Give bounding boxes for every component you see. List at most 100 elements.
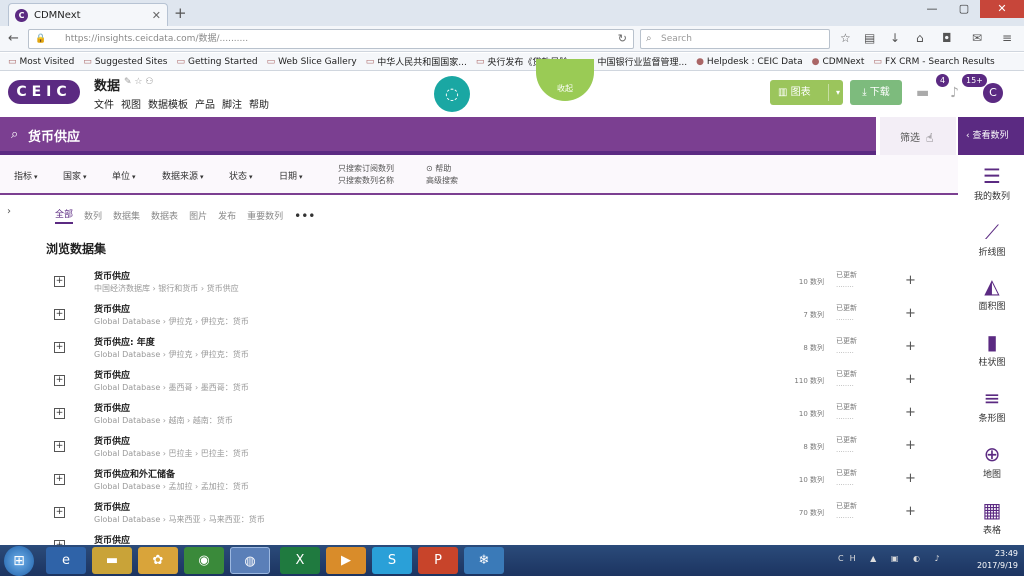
sidebar-item-my-series[interactable]: ☰ 我的数列 [960, 165, 1024, 202]
filter-status-dropdown[interactable]: 状态 ▾ [229, 169, 253, 182]
reload-icon[interactable]: ↻ [618, 30, 627, 48]
media-taskbar-icon[interactable]: ▶ [326, 547, 366, 574]
chevron-down-icon[interactable]: ▾ [836, 80, 840, 105]
expand-plus-icon[interactable]: + [54, 408, 65, 419]
expand-plus-icon[interactable]: + [54, 342, 65, 353]
ie-taskbar-icon[interactable]: e [46, 547, 86, 574]
list-item[interactable]: + 货币供应 Global Database › 墨西哥 › 墨西哥：货币 11… [0, 367, 958, 400]
list-item[interactable]: + 货币供应 [0, 532, 958, 545]
list-item[interactable]: + 货币供应 Global Database › 马来西亚 › 马来西亚：货币 … [0, 499, 958, 532]
windows-start-button[interactable]: ⊞ [4, 546, 34, 576]
avatar[interactable]: C [983, 83, 1003, 103]
tab-series[interactable]: 数列 [84, 209, 102, 222]
ceic-logo[interactable]: CEIC [8, 80, 80, 104]
sidebar-item-table[interactable]: ▦ 表格 [960, 499, 1024, 536]
tab-images[interactable]: 图片 [189, 209, 207, 222]
bookmark-item[interactable]: ● Helpdesk : CEIC Data [696, 57, 803, 67]
expand-plus-icon[interactable]: + [54, 276, 65, 287]
url-bar[interactable]: 🔒 https://insights.ceicdata.com/数据/.....… [28, 29, 634, 49]
excel-taskbar-icon[interactable]: X [280, 547, 320, 574]
tab-releases[interactable]: 发布 [218, 209, 236, 222]
dataset-name[interactable]: 货币供应 [94, 401, 130, 414]
list-item[interactable]: + 货币供应和外汇储备 Global Database › 孟加拉 › 孟加拉：… [0, 466, 958, 499]
bookmark-item[interactable]: ▭ 中华人民共和国国家... [366, 55, 467, 69]
dataset-name[interactable]: 货币供应: 年度 [94, 335, 155, 348]
sidebar-item-map[interactable]: ⊕ 地图 [960, 443, 1024, 480]
new-tab-button[interactable]: + [174, 4, 187, 22]
expand-plus-icon[interactable]: + [54, 474, 65, 485]
filter-country-dropdown[interactable]: 国家 ▾ [63, 169, 87, 182]
folder-taskbar-icon[interactable]: ▬ [92, 547, 132, 574]
tab-tables[interactable]: 数据表 [151, 209, 178, 222]
menu-view[interactable]: 视图 [121, 96, 141, 111]
menu-help[interactable]: 帮助 [249, 96, 269, 111]
add-icon[interactable]: + [905, 405, 916, 420]
filter-button[interactable]: 筛选 ☝ [880, 117, 956, 155]
chat-icon[interactable]: ▬ [916, 85, 929, 101]
speech-icon[interactable]: ◌ [434, 76, 470, 112]
only-name-checkbox[interactable]: 只搜索数列名称 [338, 175, 394, 187]
maximize-button[interactable]: ▢ [948, 0, 980, 18]
advanced-search-link[interactable]: 高级搜索 [426, 175, 458, 187]
search-input[interactable] [28, 124, 528, 146]
bookmark-star-icon[interactable]: ☆ [840, 31, 851, 45]
dataset-name[interactable]: 货币供应 [94, 269, 130, 282]
expand-panel-icon[interactable]: › [7, 206, 11, 217]
expand-plus-icon[interactable]: + [54, 309, 65, 320]
sidebar-item-horizontal-bar-chart[interactable]: ≡ 条形图 [960, 387, 1024, 424]
menu-file[interactable]: 文件 [94, 96, 114, 111]
menu-products[interactable]: 产品 [195, 96, 215, 111]
tab-key-series[interactable]: 重要数列 [247, 209, 283, 222]
app-taskbar-icon[interactable]: ✿ [138, 547, 178, 574]
filter-date-dropdown[interactable]: 日期 ▾ [279, 169, 303, 182]
pocket-icon[interactable]: ◘ [942, 31, 952, 45]
add-icon[interactable]: + [905, 504, 916, 519]
expand-plus-icon[interactable]: + [54, 441, 65, 452]
expand-plus-icon[interactable]: + [54, 375, 65, 386]
filter-source-dropdown[interactable]: 数据来源 ▾ [162, 169, 204, 182]
add-icon[interactable]: + [905, 372, 916, 387]
minimize-button[interactable]: — [916, 0, 948, 18]
dataset-name[interactable]: 货币供应 [94, 302, 130, 315]
chrome-taskbar-icon[interactable]: ◉ [184, 547, 224, 574]
bell-icon[interactable]: ♪ [950, 85, 959, 101]
help-link[interactable]: ⊙ 帮助 [426, 163, 458, 175]
powerpoint-taskbar-icon[interactable]: P [418, 547, 458, 574]
sidebar-item-line-chart[interactable]: ⟋ 折线图 [960, 221, 1024, 258]
view-series-button[interactable]: ‹ 查看数列 [958, 117, 1024, 155]
expand-plus-icon[interactable]: + [54, 507, 65, 518]
reading-list-icon[interactable]: ▤ [864, 31, 875, 45]
sync-icon[interactable]: ✉ [972, 31, 982, 45]
tab-all[interactable]: 全部 [55, 207, 74, 224]
bookmark-item[interactable]: ● CDMNext [812, 57, 865, 67]
add-icon[interactable]: + [905, 438, 916, 453]
bookmark-item[interactable]: ▭ FX CRM - Search Results [873, 57, 994, 67]
browser-tab[interactable]: C CDMNext ✕ [8, 3, 168, 26]
filter-indicator-dropdown[interactable]: 指标 ▾ [14, 169, 38, 182]
tab-datasets[interactable]: 数据集 [113, 209, 140, 222]
only-subscribed-checkbox[interactable]: 只搜索订阅数列 [338, 163, 394, 175]
dataset-name[interactable]: 货币供应 [94, 368, 130, 381]
download-button[interactable]: ⤓ 下载 [850, 80, 902, 105]
dataset-name[interactable]: 货币供应 [94, 500, 130, 513]
system-clock[interactable]: 23:49 2017/9/19 [977, 548, 1018, 572]
chart-button[interactable]: ▥ 图表 ▾ [770, 80, 843, 105]
close-window-button[interactable]: ✕ [980, 0, 1024, 18]
firefox-taskbar-icon[interactable]: ◍ [230, 547, 270, 574]
tab-close-icon[interactable]: ✕ [152, 9, 161, 22]
browser-search-input[interactable]: ⌕ Search [640, 29, 830, 49]
settings-taskbar-icon[interactable]: ❄ [464, 547, 504, 574]
more-tabs-icon[interactable]: ••• [294, 209, 315, 223]
list-item[interactable]: + 货币供应 Global Database › 巴拉圭 › 巴拉圭：货币 8 … [0, 433, 958, 466]
add-icon[interactable]: + [905, 471, 916, 486]
menu-templates[interactable]: 数据模板 [148, 96, 188, 111]
dataset-name[interactable]: 货币供应和外汇储备 [94, 467, 175, 480]
sidebar-item-area-chart[interactable]: ◭ 面积图 [960, 275, 1024, 312]
dataset-name[interactable]: 货币供应 [94, 434, 130, 447]
download-arrow-icon[interactable]: ↓ [890, 31, 900, 45]
list-item[interactable]: + 货币供应 Global Database › 越南 › 越南：货币 10 数… [0, 400, 958, 433]
sidebar-item-bar-chart[interactable]: ▮ 柱状图 [960, 331, 1024, 368]
filter-unit-dropdown[interactable]: 单位 ▾ [112, 169, 136, 182]
bookmark-item[interactable]: ▭ Suggested Sites [83, 57, 167, 67]
add-icon[interactable]: + [905, 339, 916, 354]
